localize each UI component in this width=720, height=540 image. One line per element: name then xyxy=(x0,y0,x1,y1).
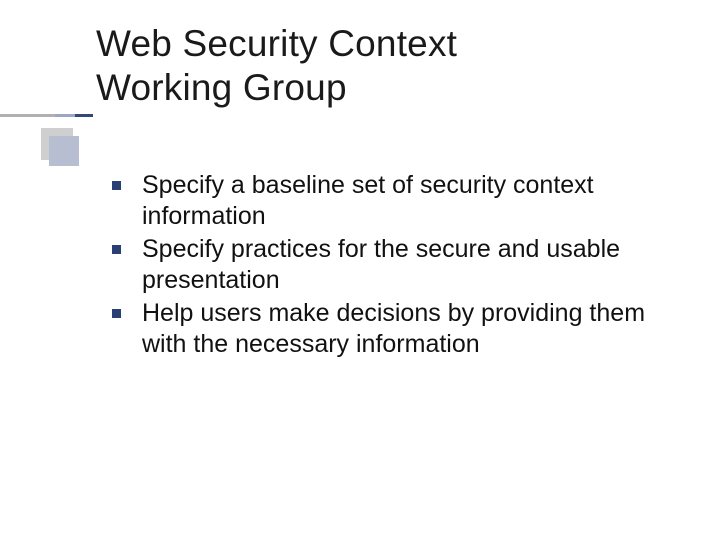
underline-segment-b xyxy=(55,114,75,117)
bullet-text: Specify a baseline set of security conte… xyxy=(142,171,594,230)
title-underline xyxy=(0,114,720,117)
title-block: Web Security Context Working Group xyxy=(96,22,656,109)
underline-segment-c xyxy=(75,114,93,117)
slide-title: Web Security Context Working Group xyxy=(96,22,656,109)
list-item: Help users make decisions by providing t… xyxy=(112,298,682,360)
bullet-list: Specify a baseline set of security conte… xyxy=(112,170,682,360)
list-item: Specify practices for the secure and usa… xyxy=(112,234,682,296)
title-line-2: Working Group xyxy=(96,67,347,108)
slide: Web Security Context Working Group Speci… xyxy=(0,0,720,540)
content-block: Specify a baseline set of security conte… xyxy=(112,170,682,362)
bullet-text: Help users make decisions by providing t… xyxy=(142,299,645,358)
list-item: Specify a baseline set of security conte… xyxy=(112,170,682,232)
title-line-1: Web Security Context xyxy=(96,23,457,64)
underline-segment-a xyxy=(0,114,55,117)
bullet-text: Specify practices for the secure and usa… xyxy=(142,235,620,294)
accent-square-icon xyxy=(41,128,73,160)
